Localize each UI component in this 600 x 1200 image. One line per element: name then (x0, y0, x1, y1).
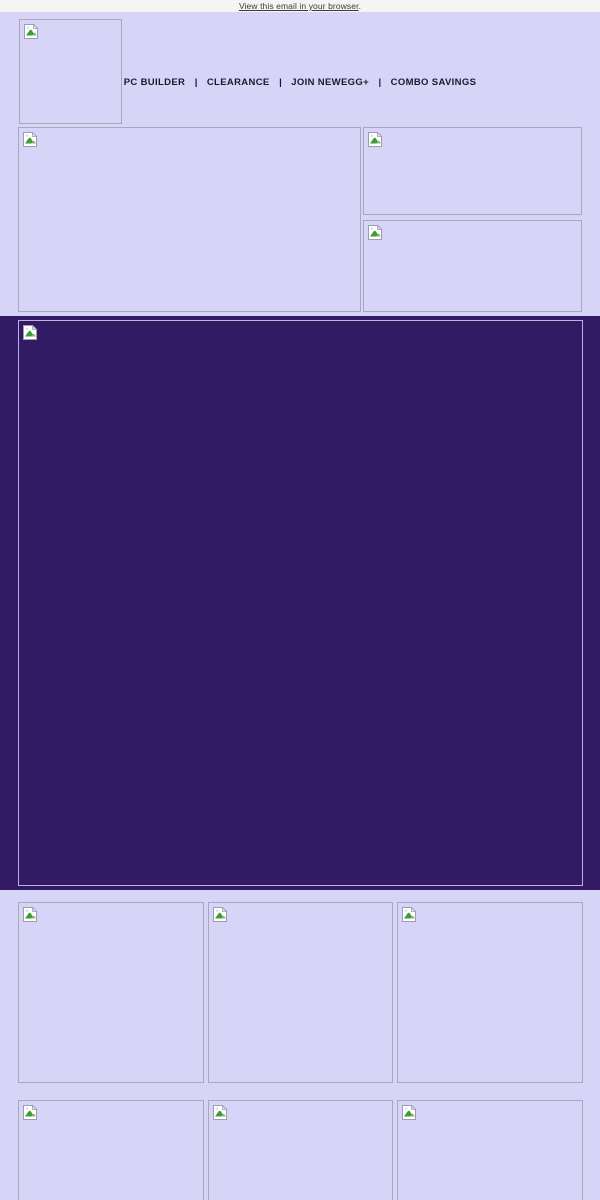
broken-image-icon (23, 907, 38, 922)
product-grid-row (0, 1098, 600, 1200)
feature-banner-large[interactable] (18, 127, 361, 312)
view-in-browser-link[interactable]: View this email in your browser (239, 1, 359, 11)
nav-item-clearance[interactable]: CLEARANCE (207, 77, 270, 88)
broken-image-icon (368, 132, 383, 147)
broken-image-icon (24, 24, 39, 39)
nav-item-join-newegg-plus[interactable]: JOIN NEWEGG+ (291, 77, 369, 88)
nav-separator: | (378, 77, 382, 88)
product-tile[interactable] (208, 1100, 393, 1200)
email-body: View this email in your browser. PC BUIL… (0, 0, 600, 1200)
broken-image-icon (23, 325, 38, 340)
feature-banner-bottom-right[interactable] (363, 220, 582, 312)
broken-image-icon (213, 907, 228, 922)
broken-image-icon (402, 1105, 417, 1120)
hero-image-placeholder[interactable] (18, 320, 583, 886)
feature-banner-row (0, 127, 600, 314)
preheader-period: . (358, 1, 362, 11)
product-tile[interactable] (18, 902, 204, 1083)
nav-item-combo-savings[interactable]: COMBO SAVINGS (391, 77, 477, 88)
email-header: PC BUILDER | CLEARANCE | JOIN NEWEGG+ | … (0, 12, 600, 124)
header-nav: PC BUILDER | CLEARANCE | JOIN NEWEGG+ | … (0, 72, 600, 90)
product-tile[interactable] (208, 902, 393, 1083)
nav-separator: | (279, 77, 282, 88)
product-tile[interactable] (397, 902, 583, 1083)
nav-item-pc-builder[interactable]: PC BUILDER (124, 77, 186, 88)
product-tile[interactable] (397, 1100, 583, 1200)
broken-image-icon (213, 1105, 228, 1120)
broken-image-icon (368, 225, 383, 240)
broken-image-icon (23, 132, 38, 147)
broken-image-icon (23, 1105, 38, 1120)
hero-section (0, 316, 600, 890)
preheader-bar: View this email in your browser. (0, 0, 600, 12)
product-grid-row (0, 900, 600, 1086)
nav-separator: | (194, 77, 198, 88)
product-tile[interactable] (18, 1100, 204, 1200)
preheader-text: View this email in your browser. (239, 0, 361, 12)
broken-image-icon (402, 907, 417, 922)
feature-banner-top-right[interactable] (363, 127, 582, 215)
